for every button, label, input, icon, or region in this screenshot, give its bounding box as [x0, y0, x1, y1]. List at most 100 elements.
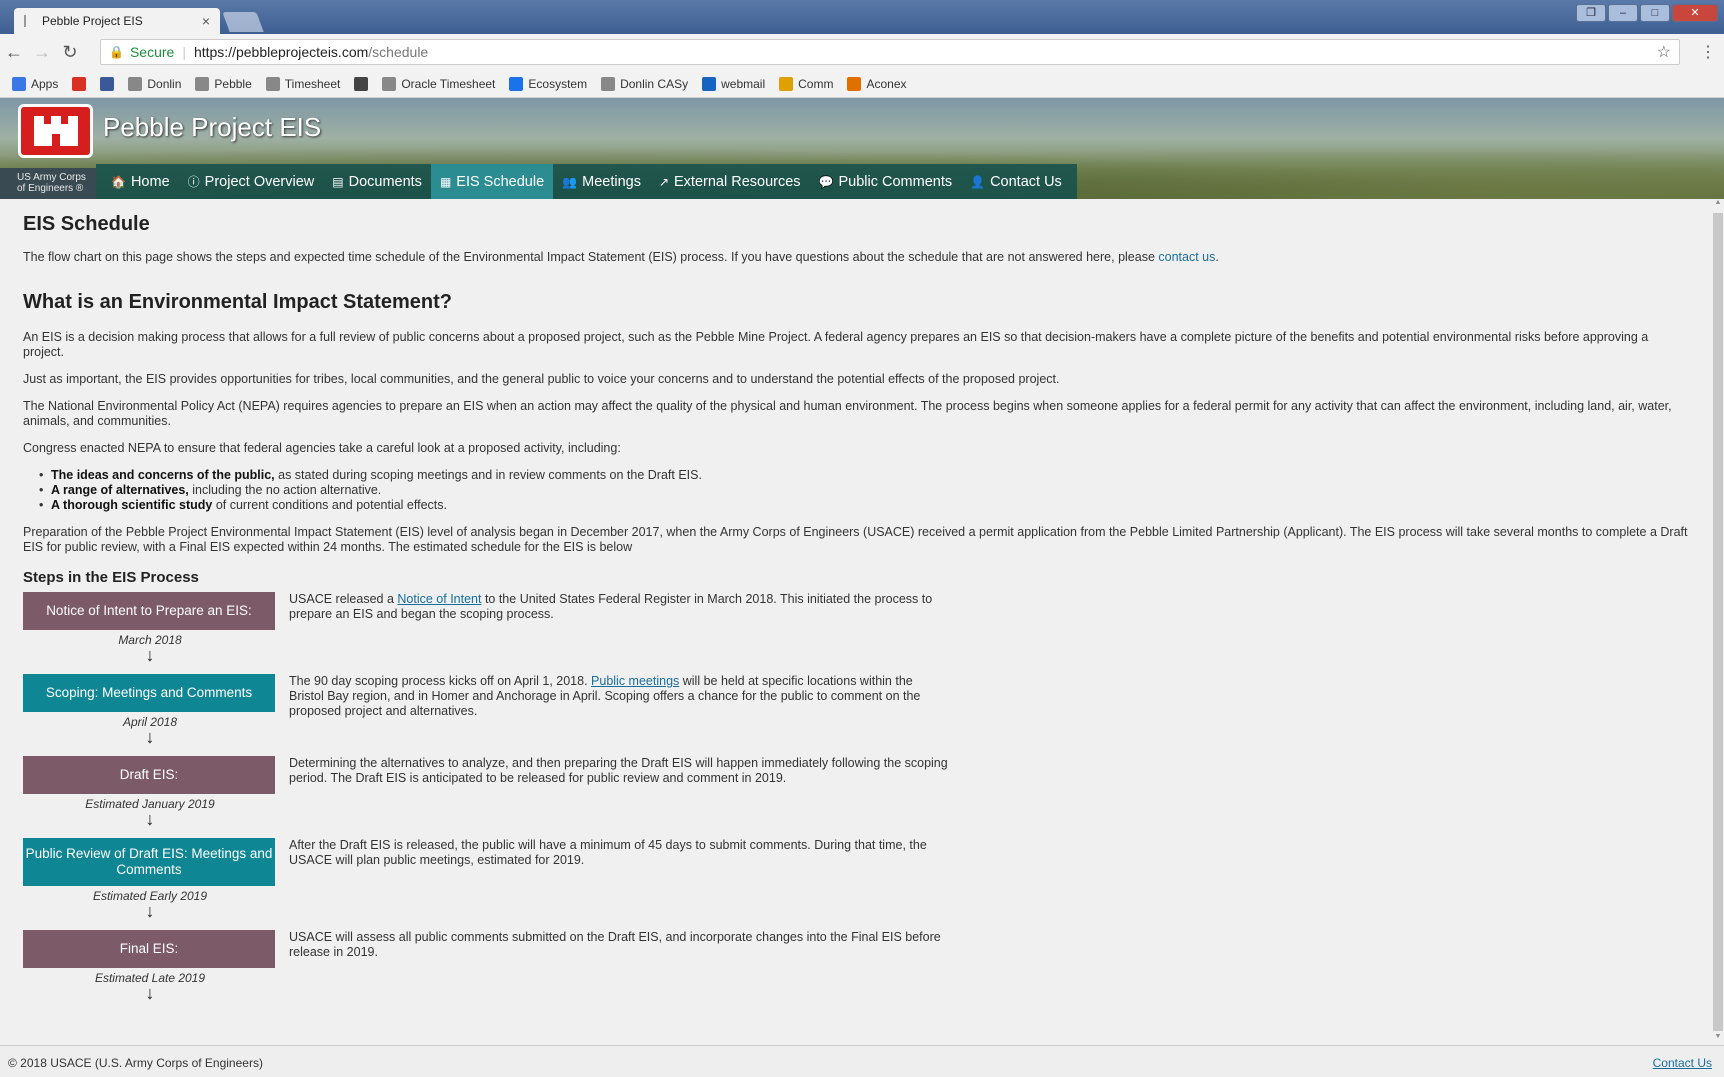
bookmark-label: Ecosystem [528, 76, 588, 91]
bookmark-label: Donlin CASy [620, 76, 689, 91]
nav-eis-schedule[interactable]: ▦ EIS Schedule [430, 164, 554, 199]
step-description: After the Draft EIS is released, the pub… [289, 838, 949, 868]
bookmark-item[interactable]: Donlin CASy [601, 76, 689, 91]
forward-arrow-icon[interactable]: → [28, 42, 56, 63]
castle-icon [33, 116, 78, 146]
intro-paragraph: The flow chart on this page shows the st… [23, 250, 1689, 265]
bookmark-item[interactable]: Aconex [847, 76, 907, 91]
site-title[interactable]: Pebble Project EIS [103, 112, 321, 143]
contact-us-link[interactable]: contact us [1158, 250, 1215, 264]
page-title: EIS Schedule [23, 213, 150, 235]
corps-line1: US Army Corps [17, 172, 86, 183]
address-bar: ← → ↻ 🔒 Secure | https://pebbleprojectei… [0, 34, 1724, 70]
url-input[interactable]: 🔒 Secure | https://pebbleprojecteis.com /… [100, 39, 1680, 65]
nav-meetings[interactable]: 👥 Meetings [553, 164, 650, 199]
step-box: Notice of Intent to Prepare an EIS: [23, 592, 275, 630]
nav-label: Public Comments [838, 173, 953, 190]
main-nav: 🏠 Home ⓘ Project Overview ▤ Documents ▦ EIS Sch… [96, 164, 1077, 199]
bookmark-label: Donlin [147, 76, 182, 91]
step-desc-link[interactable]: Notice of Intent [397, 592, 481, 606]
bookmark-label: Apps [31, 76, 59, 91]
step-row: Scoping: Meetings and Comments April 2018… [23, 674, 1689, 756]
bookmark-item[interactable]: Oracle Timesheet [382, 76, 496, 91]
bookmark-label: Oracle Timesheet [401, 76, 496, 91]
app-icon [354, 76, 369, 91]
nav-home[interactable]: 🏠 Home [102, 164, 179, 199]
step-box: Public Review of Draft EIS: Meetings and… [23, 838, 275, 886]
down-arrow-icon: ↓ [145, 901, 155, 921]
bookmark-star-icon[interactable]: ☆ [1657, 42, 1671, 62]
bookmark-item[interactable] [100, 76, 115, 91]
bar-icon [195, 76, 210, 91]
nav-label: Home [130, 173, 170, 190]
facebook-icon [100, 76, 115, 91]
step-desc-link[interactable]: Public meetings [591, 674, 679, 688]
scroll-down-icon[interactable]: ▼ [1712, 1033, 1724, 1045]
new-tab-button[interactable] [222, 12, 264, 32]
browser-tab[interactable]: Pebble Project EIS × [14, 8, 220, 34]
step-description: Determining the alternatives to analyze,… [289, 756, 949, 786]
nav-public-comments[interactable]: 💬 Public Comments [810, 164, 962, 199]
minimize-icon[interactable]: – [1608, 4, 1638, 22]
scrollbar-thumb[interactable] [1713, 213, 1723, 1031]
page-icon [265, 76, 280, 91]
bookmark-item[interactable]: webmail [702, 76, 766, 91]
nav-documents[interactable]: ▤ Documents [323, 164, 431, 199]
bookmark-label: webmail [721, 76, 766, 91]
bookmark-item[interactable]: Comm [779, 76, 833, 91]
document-icon: ▤ [332, 174, 344, 189]
step-desc-text: Determining the alternatives to analyze,… [289, 756, 948, 785]
window-controls: ❐ – □ ✕ [1576, 4, 1718, 22]
footer-contact-link[interactable]: Contact Us [1653, 1056, 1712, 1070]
bookmark-item[interactable]: Pebble [195, 76, 252, 91]
doc-icon [509, 76, 524, 91]
restore-icon[interactable]: ❐ [1576, 4, 1606, 22]
step-row: Draft EIS: Estimated January 2019 ↓ Determi… [23, 756, 1689, 838]
bookmark-item[interactable] [354, 76, 369, 91]
window-close-icon[interactable]: ✕ [1672, 4, 1718, 22]
step-desc-text: USACE released a [289, 592, 398, 606]
usace-castle-logo[interactable] [18, 104, 93, 158]
bullet-text: of current conditions and potential effe… [212, 498, 447, 512]
bullet-bold: A thorough scientific study [51, 498, 213, 512]
page-icon [601, 76, 616, 91]
browser-menu-icon[interactable]: ⋮ [1700, 42, 1716, 62]
tab-close-icon[interactable]: × [202, 13, 210, 29]
bookmark-item[interactable]: Timesheet [265, 76, 340, 91]
gmail-icon [72, 76, 87, 91]
aconex-icon [847, 76, 862, 91]
step-box: Draft EIS: [23, 756, 275, 794]
tab-favicon-icon [24, 15, 32, 27]
calendar-icon: ▦ [439, 174, 452, 189]
bookmark-item[interactable]: Donlin [128, 76, 182, 91]
bookmarks-bar: Apps Donlin Pebble Timesheet Oracle Timeshee… [0, 70, 1724, 98]
user-icon: 👤 [970, 174, 986, 189]
omnibox-separator: | [182, 44, 186, 60]
nav-project-overview[interactable]: ⓘ Project Overview [179, 164, 324, 199]
step-desc-text: The 90 day scoping process kicks off on … [289, 674, 592, 688]
page-icon [128, 76, 143, 91]
nav-external-resources[interactable]: ↗ External Resources [650, 164, 810, 199]
bullet-text: as stated during scoping meetings and in… [274, 468, 702, 482]
bookmark-item[interactable]: Ecosystem [509, 76, 588, 91]
site-footer: © 2018 USACE (U.S. Army Corps of Enginee… [0, 1045, 1724, 1077]
nav-contact-us[interactable]: 👤 Contact Us [961, 164, 1071, 199]
bullet-item: A range of alternatives, including the n… [39, 483, 1689, 498]
back-arrow-icon[interactable]: ← [0, 42, 28, 63]
maximize-icon[interactable]: □ [1640, 4, 1670, 22]
secure-label: Secure [129, 44, 175, 60]
page-scrollbar[interactable]: ▲ ▼ [1712, 199, 1724, 1045]
intro-end: . [1215, 250, 1219, 264]
step-box: Final EIS: [23, 930, 275, 968]
step-left: Draft EIS: Estimated January 2019 ↓ [23, 756, 277, 828]
nav-label: Project Overview [204, 173, 315, 190]
footer-copyright: © 2018 USACE (U.S. Army Corps of Enginee… [8, 1056, 263, 1070]
scroll-up-icon[interactable]: ▲ [1712, 199, 1724, 211]
bullet-text: including the no action alternative. [188, 483, 382, 497]
paragraph-3: The National Environmental Policy Act (N… [23, 399, 1672, 428]
reload-icon[interactable]: ↻ [56, 42, 84, 63]
bookmark-item[interactable]: Apps [12, 76, 59, 91]
nav-label: Meetings [582, 173, 641, 190]
bookmark-label: Pebble [214, 76, 252, 91]
bookmark-item[interactable] [72, 76, 87, 91]
